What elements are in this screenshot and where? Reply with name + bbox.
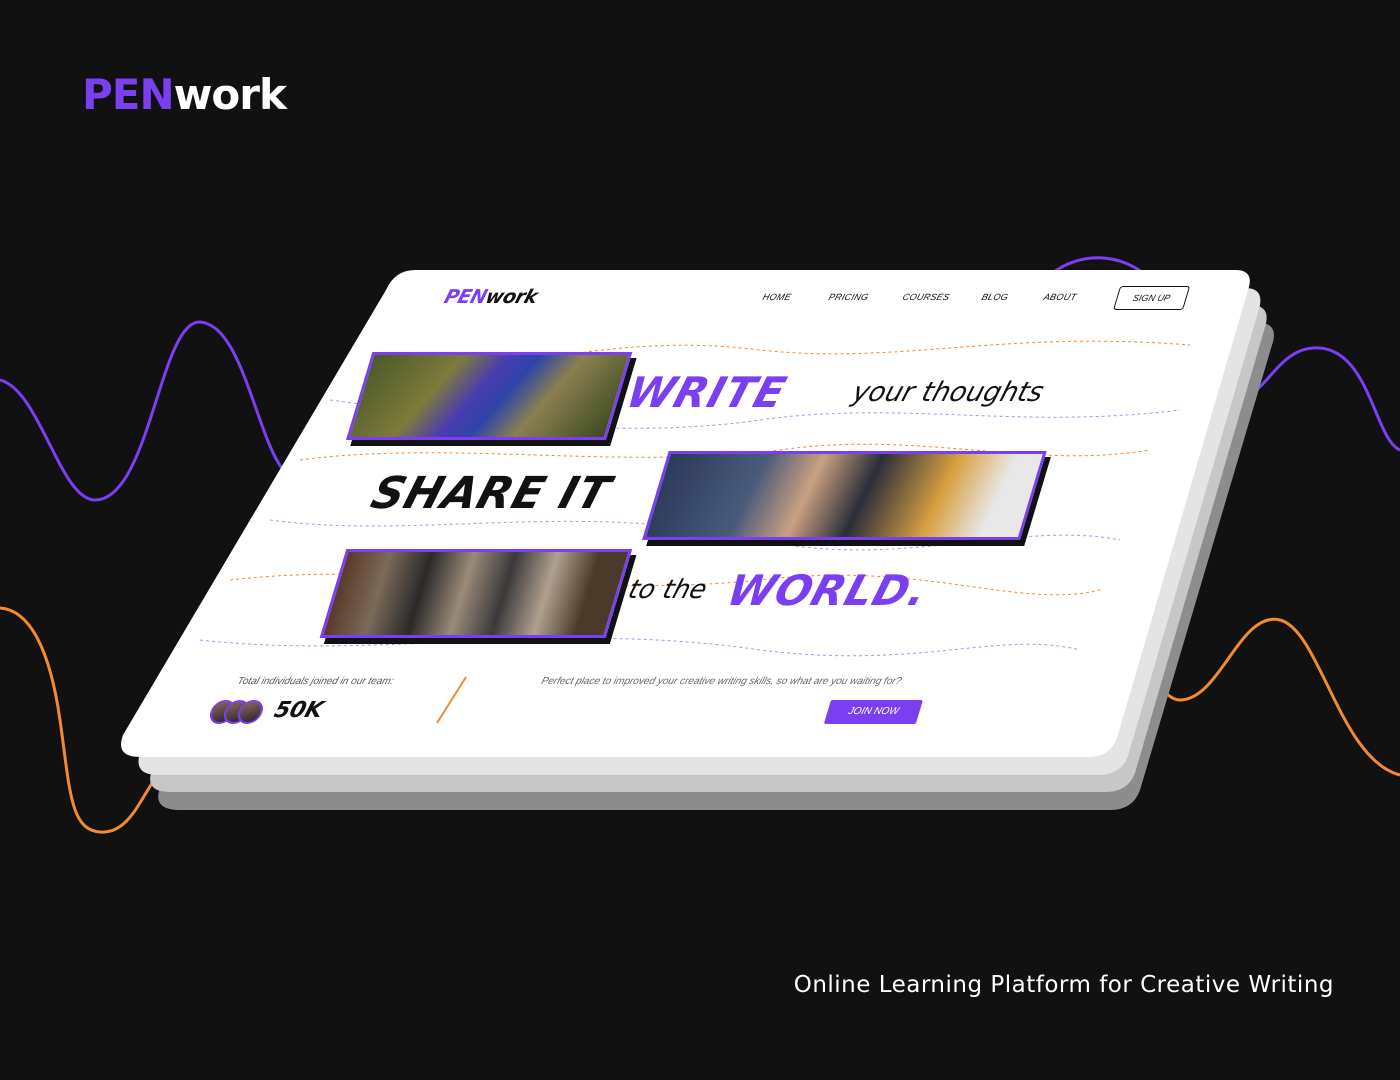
caption: Online Learning Platform for Creative Wr… — [793, 972, 1334, 998]
tagline-text: Perfect place to improved your creative … — [539, 676, 903, 687]
headline-share-it: SHARE IT — [365, 468, 617, 519]
photo-frame-accent — [345, 437, 500, 440]
mockup-content: PENwork HOME PRICING COURSES BLOG ABOUT … — [119, 270, 1245, 755]
nav-courses[interactable]: COURSES — [901, 292, 951, 302]
signup-button[interactable]: SIGN UP — [1112, 286, 1191, 310]
headline-to-the: to the — [624, 575, 711, 605]
headline-world: WORLD. — [721, 566, 935, 615]
photo-frame-accent — [319, 635, 489, 638]
hero-photo-group — [319, 549, 633, 638]
website-mockup: PENwork HOME PRICING COURSES BLOG ABOUT … — [119, 270, 1245, 755]
site-logo[interactable]: PENwork — [442, 286, 541, 308]
nav-about[interactable]: ABOUT — [1042, 292, 1078, 302]
hero-photo-writer — [345, 352, 633, 440]
joined-label: Total individuals joined in our team: — [235, 676, 396, 687]
hero-photo-notebooks — [641, 451, 1047, 540]
nav-blog[interactable]: BLOG — [980, 292, 1009, 302]
nav-pricing[interactable]: PRICING — [827, 292, 870, 302]
member-count: 50K — [271, 698, 327, 723]
headline-your-thoughts: your thoughts — [848, 377, 1048, 408]
headline-write: WRITE — [620, 368, 793, 417]
nav-home[interactable]: HOME — [761, 292, 792, 302]
site-logo-rest: work — [482, 286, 541, 308]
photo-frame-accent — [641, 537, 867, 540]
join-now-button[interactable]: JOIN NOW — [823, 700, 923, 724]
